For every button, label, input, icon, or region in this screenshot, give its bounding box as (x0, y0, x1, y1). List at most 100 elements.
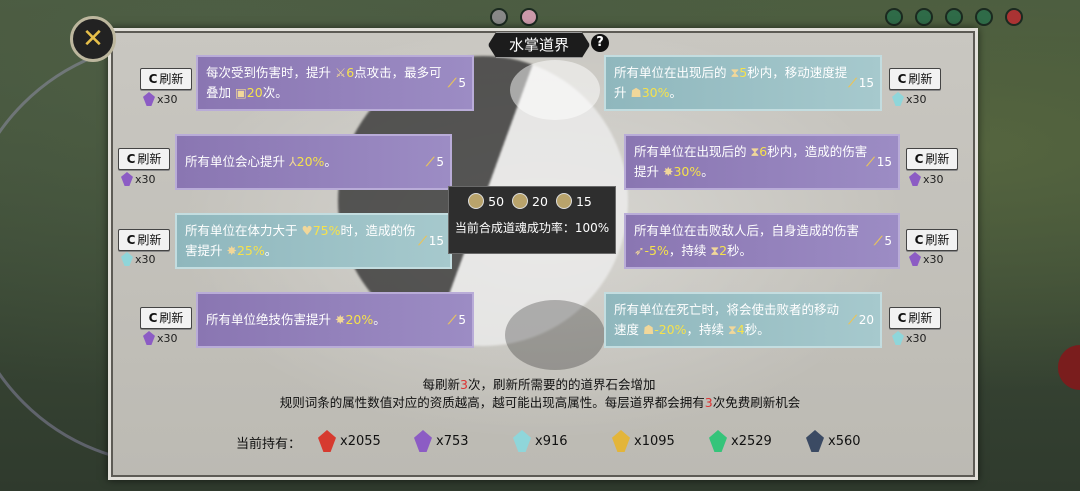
rule-card[interactable]: 所有单位会心提升 ⅄20%。 ⟋ 5 (175, 134, 452, 190)
rule-text: 所有单位在出现后的 ⧗6秒内，造成的伤害提升 ✸30%。 (634, 142, 868, 182)
rule-text: 所有单位会心提升 ⅄20%。 (185, 152, 420, 172)
refresh-cost: x30 (909, 172, 944, 186)
stat-icon: ⧗ (727, 322, 737, 337)
cost-value: 5 (436, 155, 444, 169)
hud-orb-icon (915, 8, 933, 26)
refresh-label: 刷新 (137, 233, 162, 247)
info-text: 每刷新 (422, 377, 461, 392)
stat-value: 20% (296, 154, 325, 169)
gem-icon (143, 331, 155, 345)
refresh-button[interactable]: C 刷新 (906, 229, 958, 251)
refresh-button[interactable]: C 刷新 (140, 307, 192, 329)
cost-icon: ⟋ (848, 313, 857, 327)
hud-orb-icon (975, 8, 993, 26)
stat-value: -20% (654, 322, 687, 337)
rule-text-part: 。 (701, 164, 714, 179)
cost-value: 5 (884, 234, 892, 248)
refresh-button[interactable]: C 刷新 (906, 148, 958, 170)
stat-icon: ⧗ (710, 243, 720, 258)
refresh-label: 刷新 (925, 233, 950, 247)
cost-value: 5 (458, 313, 466, 327)
stat-icon: ✸ (226, 243, 237, 258)
hud-orb-icon (490, 8, 508, 26)
refresh-label: 刷新 (159, 311, 184, 325)
refresh-label: 刷新 (908, 311, 933, 325)
rule-card[interactable]: 所有单位在体力大于 ♥75%时，造成的伤害提升 ✸25%。 ⟋ 15 (175, 213, 452, 269)
info-number: 3 (704, 395, 713, 410)
rule-text: 所有单位在死亡时，将会使击败者的移动速度 ☗-20%，持续 ⧗4秒。 (614, 300, 850, 340)
rule-text-part: 。 (669, 85, 683, 100)
rule-card[interactable]: 所有单位在出现后的 ⧗5秒内，移动速度提升 ☗30%。 ⟋ 15 (604, 55, 882, 111)
stat-value: 6 (346, 65, 355, 80)
holdings-label: 当前持有： (236, 437, 302, 452)
rule-card[interactable]: 每次受到伤害时，提升 ⚔6点攻击，最多可叠加 ▣20次。 ⟋ 5 (196, 55, 474, 111)
refresh-button[interactable]: C 刷新 (118, 148, 170, 170)
stat-value: 30% (673, 164, 702, 179)
top-hud-left (490, 8, 538, 26)
refresh-cost-value: x30 (157, 331, 178, 345)
gem-icon (143, 92, 155, 106)
refresh-button[interactable]: C 刷新 (889, 307, 941, 329)
cost-icon: ⟋ (425, 155, 435, 169)
refresh-icon: C (148, 311, 158, 325)
top-hud-right (885, 8, 1023, 26)
refresh-label: 刷新 (925, 152, 950, 166)
rule-text-part: 每次受到伤害时，提升 (206, 65, 335, 80)
hud-orb-icon (885, 8, 903, 26)
gem-icon (121, 252, 133, 266)
refresh-button[interactable]: C 刷新 (140, 68, 192, 90)
refresh-cost: x30 (121, 172, 156, 186)
refresh-cost-value: x30 (923, 172, 944, 186)
refresh-cost-value: x30 (157, 92, 178, 106)
rule-text: 所有单位在出现后的 ⧗5秒内，移动速度提升 ☗30%。 (614, 63, 850, 103)
cost-icon: ⟋ (447, 76, 457, 90)
stat-value: 20 (246, 85, 263, 100)
rule-card[interactable]: 所有单位绝技伤害提升 ✸20%。 ⟋ 5 (196, 292, 474, 348)
gem-icon (612, 430, 630, 452)
card-cost: ⟋ 5 (426, 152, 444, 172)
card-cost: ⟋ 15 (848, 73, 874, 93)
info-text: 次免费刷新机会 (712, 395, 801, 410)
card-cost: ⟋ 15 (418, 231, 444, 251)
refresh-button[interactable]: C 刷新 (118, 229, 170, 251)
refresh-cost: x30 (143, 92, 178, 106)
stat-value: 25% (236, 243, 265, 258)
sword-stat-icon (468, 193, 485, 209)
refresh-cost-value: x30 (135, 252, 156, 266)
rule-card[interactable]: 所有单位在出现后的 ⧗6秒内，造成的伤害提升 ✸30%。 ⟋ 15 (624, 134, 900, 190)
refresh-cost-value: x30 (923, 252, 944, 266)
help-button[interactable]: ? (591, 34, 609, 52)
rule-card[interactable]: 所有单位在死亡时，将会使击败者的移动速度 ☗-20%，持续 ⧗4秒。 ⟋ 20 (604, 292, 882, 348)
cost-value: 15 (858, 76, 874, 90)
stat-icon: ♥ (301, 223, 313, 238)
stat-value: 75% (312, 223, 341, 238)
rule-text-part: 秒。 (727, 243, 753, 258)
holding-red: x2055 (318, 430, 381, 452)
stat-icon: ⧗ (730, 65, 740, 80)
stat-icon: ➶ (634, 243, 645, 258)
center-stat-value: 20 (532, 193, 548, 209)
refresh-cost: x30 (121, 252, 156, 266)
holding-gold: x1095 (612, 430, 675, 452)
card-cost: ⟋ 20 (848, 310, 874, 330)
refresh-cost: x30 (892, 92, 927, 106)
close-button[interactable]: ✕ (70, 16, 116, 62)
refresh-icon: C (148, 72, 158, 86)
refresh-button[interactable]: C 刷新 (889, 68, 941, 90)
cost-icon: ⟋ (873, 234, 883, 248)
refresh-icon: C (897, 72, 907, 86)
refresh-info-line: 每刷新3次，刷新所需要的的道界石会增加 (0, 374, 1079, 393)
rule-text-part: 所有单位绝技伤害提升 (206, 312, 335, 327)
rule-text-part: ，持续 (686, 322, 728, 337)
rule-card[interactable]: 所有单位在击败敌人后，自身造成的伤害 ➶-5%，持续 ⧗2秒。 ⟋ 5 (624, 213, 900, 269)
rule-text-part: 所有单位在击败敌人后，自身造成的伤害 (634, 223, 860, 238)
rule-text: 所有单位绝技伤害提升 ✸20%。 (206, 310, 442, 330)
synthesis-summary: 50 20 15 当前合成道魂成功率：100% (448, 186, 616, 254)
refresh-icon: C (914, 233, 924, 247)
stat-value: 30% (641, 85, 670, 100)
center-stat-value: 50 (488, 193, 505, 209)
rule-text-part: 。 (373, 312, 386, 327)
center-stat-value: 15 (575, 193, 592, 209)
rule-text: 所有单位在体力大于 ♥75%时，造成的伤害提升 ✸25%。 (185, 221, 420, 261)
rule-text-part: 秒。 (744, 322, 770, 337)
